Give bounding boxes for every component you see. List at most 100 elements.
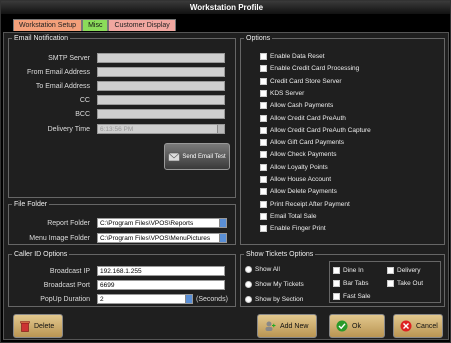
ok-button[interactable]: Ok: [329, 314, 385, 338]
to-email-label: To Email Address: [35, 83, 90, 90]
to-email-input[interactable]: [97, 81, 225, 91]
tab-workstation-setup[interactable]: Workstation Setup: [13, 19, 83, 31]
option-item[interactable]: Allow Delete Payments: [260, 187, 337, 196]
file-folder-legend: File Folder: [14, 201, 48, 208]
check-delivery-label: Delivery: [397, 267, 421, 274]
option-item[interactable]: Allow Credit Card PreAuth: [260, 114, 346, 123]
radio-show-all-label: Show All: [255, 266, 280, 273]
tab-content-panel: Email Notification SMTP Server From Emai…: [3, 32, 449, 340]
option-checkbox-icon: [260, 89, 267, 97]
report-folder-browse-icon[interactable]: [219, 219, 226, 227]
option-label: Enable Credit Card Processing: [270, 65, 360, 73]
option-checkbox-icon: [260, 139, 267, 147]
popup-duration-input[interactable]: 2: [97, 294, 193, 304]
report-folder-value: C:\Program Files\VPOS\Reports: [100, 220, 194, 227]
cancel-button[interactable]: Cancel: [393, 314, 443, 338]
window-title: Workstation Profile: [1, 1, 450, 14]
radio-show-all[interactable]: Show All: [245, 265, 280, 274]
option-item[interactable]: Allow House Account: [260, 175, 331, 184]
option-label: Print Receipt After Payment: [270, 200, 350, 208]
ok-label: Ok: [352, 322, 361, 330]
option-label: Email Total Sale: [270, 212, 317, 220]
option-checkbox-icon: [260, 151, 267, 159]
option-checkbox-icon: [260, 126, 267, 134]
check-fast-sale-label: Fast Sale: [343, 293, 371, 300]
check-dine-in[interactable]: Dine In: [333, 266, 364, 275]
radio-show-by-section[interactable]: Show by Section: [245, 295, 303, 304]
option-item[interactable]: Print Receipt After Payment: [260, 200, 350, 209]
check-delivery[interactable]: Delivery: [387, 266, 420, 275]
option-label: Enable Finger Print: [270, 225, 326, 233]
delivery-time-input[interactable]: 6:13:56 PM: [97, 124, 225, 134]
option-label: Allow Loyalty Points: [270, 163, 328, 171]
add-user-icon: [265, 321, 276, 331]
radio-show-all-icon: [245, 266, 252, 273]
option-item[interactable]: Enable Credit Card Processing: [260, 64, 359, 73]
send-email-test-button[interactable]: Send Email Test: [164, 143, 230, 170]
option-checkbox-icon: [260, 53, 267, 60]
tab-bar: Workstation Setup Misc Customer Display: [13, 19, 176, 31]
email-notification-legend: Email Notification: [14, 35, 69, 42]
option-checkbox-icon: [260, 225, 267, 233]
radio-show-by-section-icon: [245, 296, 252, 303]
option-checkbox-icon: [260, 114, 267, 122]
check-fast-sale[interactable]: Fast Sale: [333, 292, 370, 301]
option-checkbox-icon: [260, 163, 267, 171]
radio-show-my-tickets[interactable]: Show My Tickets: [245, 280, 304, 289]
menu-image-folder-browse-icon[interactable]: [219, 234, 226, 242]
from-email-input[interactable]: [97, 67, 225, 77]
option-item[interactable]: Allow Gift Card Payments: [260, 138, 344, 147]
tab-customer-display[interactable]: Customer Display: [108, 19, 176, 31]
broadcast-ip-input[interactable]: 192.168.1.255: [97, 266, 225, 276]
smtp-server-input[interactable]: [97, 53, 225, 63]
report-folder-label: Report Folder: [47, 220, 90, 227]
menu-image-folder-row: Menu Image Folder C:\Program Files\VPOS\…: [8, 233, 236, 244]
option-label: Allow Credit Card PreAuth: [270, 114, 346, 122]
option-label: Allow Gift Card Payments: [270, 139, 345, 147]
delete-button[interactable]: Delete: [13, 314, 63, 338]
delivery-time-row: Delivery Time 6:13:56 PM: [8, 124, 236, 135]
popup-duration-unit: (Seconds): [196, 296, 228, 303]
option-item[interactable]: Allow Credit Card PreAuth Capture: [260, 126, 371, 135]
option-label: KDS Server: [270, 89, 305, 97]
workstation-profile-window: Workstation Profile Workstation Setup Mi…: [0, 0, 451, 343]
menu-image-folder-value: C:\Program Files\VPOS\MenuPictures: [100, 235, 211, 242]
bcc-input[interactable]: [97, 109, 225, 119]
cc-label: CC: [79, 97, 90, 104]
option-item[interactable]: Allow Cash Payments: [260, 101, 333, 110]
option-checkbox-icon: [260, 102, 267, 110]
option-item[interactable]: Enable Finger Print: [260, 224, 326, 233]
radio-show-my-tickets-icon: [245, 281, 252, 288]
delivery-time-spinner-icon[interactable]: [217, 125, 224, 133]
option-checkbox-icon: [260, 212, 267, 220]
check-bar-tabs[interactable]: Bar Tabs: [333, 279, 369, 288]
check-fast-sale-icon: [333, 293, 340, 300]
broadcast-port-row: Broadcast Port 6699: [8, 280, 236, 291]
cancel-label: Cancel: [416, 322, 438, 330]
tab-misc[interactable]: Misc: [82, 19, 109, 31]
option-item[interactable]: Allow Check Payments: [260, 150, 336, 159]
option-item[interactable]: Enable Data Reset: [260, 52, 325, 61]
broadcast-port-input[interactable]: 6699: [97, 280, 225, 290]
option-checkbox-icon: [260, 176, 267, 183]
to-email-row: To Email Address: [8, 81, 236, 92]
report-folder-input[interactable]: C:\Program Files\VPOS\Reports: [97, 218, 227, 228]
check-delivery-icon: [387, 267, 394, 274]
menu-image-folder-input[interactable]: C:\Program Files\VPOS\MenuPictures: [97, 233, 227, 243]
option-item[interactable]: Credit Card Store Server: [260, 77, 342, 86]
popup-duration-spinner-icon[interactable]: [185, 295, 192, 303]
options-legend: Options: [246, 35, 271, 42]
trash-icon: [20, 321, 30, 332]
add-new-label: Add New: [280, 322, 309, 330]
option-item[interactable]: KDS Server: [260, 89, 304, 98]
cc-input[interactable]: [97, 95, 225, 105]
cc-row: CC: [8, 95, 236, 106]
option-checkbox-icon: [260, 77, 267, 85]
add-new-button[interactable]: Add New: [257, 314, 317, 338]
option-label: Allow Delete Payments: [270, 188, 337, 196]
option-item[interactable]: Email Total Sale: [260, 212, 317, 221]
check-take-out[interactable]: Take Out: [387, 279, 423, 288]
option-item[interactable]: Allow Loyalty Points: [260, 163, 328, 172]
option-checkbox-icon: [260, 65, 267, 73]
options-list: Enable Data Reset Enable Credit Card Proc…: [260, 52, 440, 242]
